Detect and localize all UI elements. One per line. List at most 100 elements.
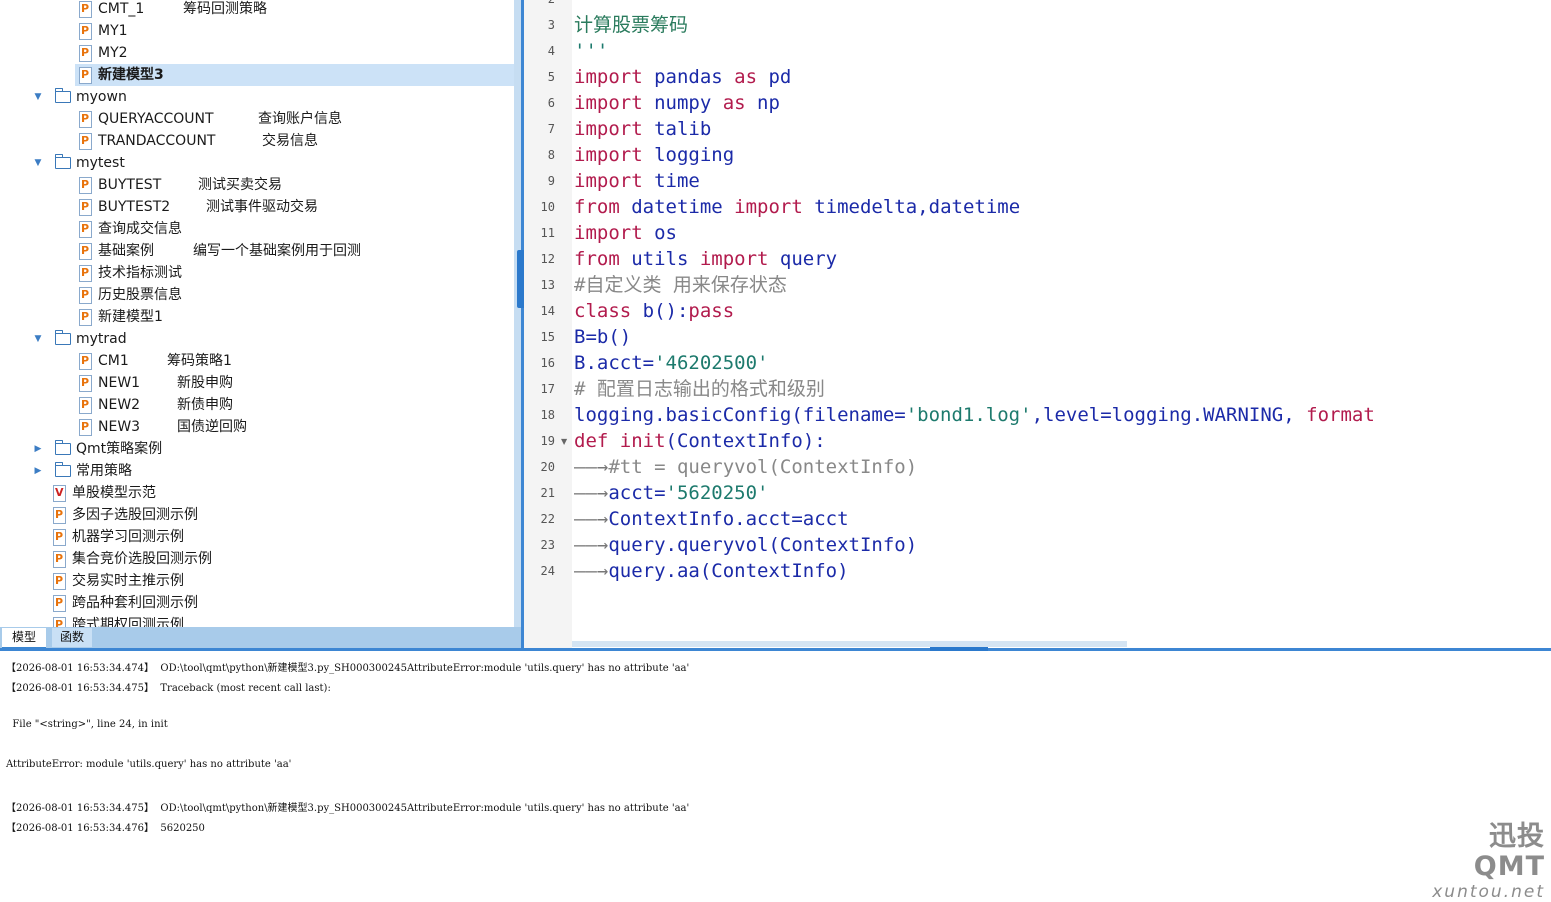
file-label: 历史股票信息	[98, 287, 182, 303]
chevron-right-icon[interactable]: ▶	[32, 438, 44, 460]
line-number: 11	[540, 226, 555, 240]
code-line[interactable]: class b():pass	[574, 298, 734, 324]
tree-file[interactable]: P 交易实时主推示例	[0, 570, 514, 592]
file-label: QUERYACCOUNT	[98, 111, 214, 127]
tree-file[interactable]: P CM1 筹码策略1	[0, 350, 514, 372]
file-label: 机器学习回测示例	[72, 529, 184, 545]
python-file-icon: P	[79, 375, 92, 392]
chevron-right-icon[interactable]: ▶	[32, 460, 44, 482]
code-line[interactable]: import talib	[574, 116, 711, 142]
line-number: 17	[540, 382, 555, 396]
code-line[interactable]: ——→#tt = queryvol(ContextInfo)	[574, 454, 917, 480]
line-number: 23	[540, 538, 555, 552]
log-line: 【2026-08-01 16:53:34.474】 OD:\tool\qmt\p…	[6, 663, 690, 674]
tree-file[interactable]: P BUYTEST2 测试事件驱动交易	[0, 196, 514, 218]
code-line[interactable]: # 配置日志输出的格式和级别	[574, 376, 825, 402]
code-line[interactable]: B=b()	[574, 324, 631, 350]
line-number: 21	[540, 486, 555, 500]
tree-folder[interactable]: ▶ 常用策略	[0, 460, 514, 482]
python-file-icon: P	[79, 111, 92, 128]
line-number: 16	[540, 356, 555, 370]
code-line[interactable]: def init(ContextInfo):	[574, 428, 826, 454]
code-line[interactable]: import time	[574, 168, 700, 194]
tree-file[interactable]: V 单股模型示范	[0, 482, 514, 504]
code-line[interactable]: '''	[574, 38, 608, 64]
chevron-down-icon[interactable]: ▼	[32, 152, 44, 174]
tree-file[interactable]: P 多因子选股回测示例	[0, 504, 514, 526]
line-number: 3	[547, 18, 555, 32]
tree-file[interactable]: P MY2	[0, 42, 514, 64]
line-number: 18	[540, 408, 555, 422]
file-description: 查询账户信息	[258, 111, 342, 127]
code-line[interactable]: ——→query.aa(ContextInfo)	[574, 558, 849, 584]
code-line[interactable]: ——→acct='5620250'	[574, 480, 768, 506]
python-file-icon: P	[79, 397, 92, 414]
tree-folder[interactable]: ▶ Qmt策略案例	[0, 438, 514, 460]
line-number: 24	[540, 564, 555, 578]
file-label: 技术指标测试	[98, 265, 182, 281]
code-line[interactable]: ——→query.queryvol(ContextInfo)	[574, 532, 917, 558]
tab-functions[interactable]: 函数	[52, 628, 92, 647]
file-label: 查询成交信息	[98, 221, 182, 237]
code-line[interactable]: import numpy as np	[574, 90, 780, 116]
python-file-icon: P	[79, 45, 92, 62]
tree-file[interactable]: P TRANDACCOUNT 交易信息	[0, 130, 514, 152]
tree-file[interactable]: P 跨式期权回测示例	[0, 614, 514, 627]
tree-folder[interactable]: ▼ mytest	[0, 152, 514, 174]
file-description: 新股申购	[177, 375, 233, 391]
code-line[interactable]: logging.basicConfig(filename='bond1.log'…	[574, 402, 1375, 428]
python-file-icon: P	[79, 353, 92, 370]
code-line[interactable]: from datetime import timedelta,datetime	[574, 194, 1020, 220]
tree-file[interactable]: P 新建模型3	[75, 64, 514, 86]
tree-file[interactable]: P BUYTEST 测试买卖交易	[0, 174, 514, 196]
python-file-icon: P	[79, 199, 92, 216]
line-number: 9	[547, 174, 555, 188]
tree-file[interactable]: P 历史股票信息	[0, 284, 514, 306]
tree-file[interactable]: P 集合竞价选股回测示例	[0, 548, 514, 570]
python-file-icon: P	[79, 177, 92, 194]
code-line[interactable]: #自定义类 用来保存状态	[574, 272, 787, 298]
tree-file[interactable]: P 跨品种套利回测示例	[0, 592, 514, 614]
file-label: 多因子选股回测示例	[72, 507, 198, 523]
tree-folder[interactable]: ▼ mytrad	[0, 328, 514, 350]
code-line[interactable]: import os	[574, 220, 677, 246]
chevron-down-icon[interactable]: ▼	[32, 86, 44, 108]
chevron-down-icon[interactable]: ▼	[32, 328, 44, 350]
editor-horizontal-scrollbar[interactable]	[572, 641, 1127, 647]
line-number: 4	[547, 44, 555, 58]
python-file-icon: P	[79, 133, 92, 150]
line-number: 19	[540, 434, 555, 448]
tab-model[interactable]: 模型	[2, 628, 46, 649]
code-line[interactable]: B.acct='46202500'	[574, 350, 768, 376]
tree-folder[interactable]: ▼ myown	[0, 86, 514, 108]
code-line[interactable]: ——→ContextInfo.acct=acct	[574, 506, 849, 532]
tree-file[interactable]: P 技术指标测试	[0, 262, 514, 284]
code-line[interactable]: 计算股票筹码	[574, 12, 688, 38]
tree-file[interactable]: P 查询成交信息	[0, 218, 514, 240]
python-file-icon: P	[79, 309, 92, 326]
tree-file[interactable]: P 基础案例 编写一个基础案例用于回测	[0, 240, 514, 262]
code-line[interactable]: import pandas as pd	[574, 64, 791, 90]
log-line: 【2026-08-01 16:53:34.475】 OD:\tool\qmt\p…	[6, 803, 690, 814]
code-line[interactable]: import logging	[574, 142, 734, 168]
tree-file[interactable]: P NEW1 新股申购	[0, 372, 514, 394]
file-description: 编写一个基础案例用于回测	[193, 243, 361, 259]
tree-file[interactable]: P CMT_1 筹码回测策略	[0, 0, 514, 20]
tree-file[interactable]: P NEW2 新债申购	[0, 394, 514, 416]
tree-file[interactable]: P MY1	[0, 20, 514, 42]
code-editor[interactable]: 2345678910111213141516171819▼2021222324 …	[524, 0, 1551, 648]
python-file-icon: P	[79, 1, 92, 18]
line-number: 20	[540, 460, 555, 474]
tree-file[interactable]: P NEW3 国债逆回购	[0, 416, 514, 438]
tree-file[interactable]: P 机器学习回测示例	[0, 526, 514, 548]
tree-file[interactable]: P QUERYACCOUNT 查询账户信息	[0, 108, 514, 130]
file-description: 筹码回测策略	[183, 1, 267, 17]
folder-icon	[55, 440, 71, 455]
log-line: 【2026-08-01 16:53:34.476】 5620250	[6, 823, 205, 834]
python-file-icon: P	[53, 595, 66, 612]
tree-file[interactable]: P 新建模型1	[0, 306, 514, 328]
folder-label: mytrad	[76, 331, 127, 347]
tree-scrollbar[interactable]	[514, 0, 521, 627]
fold-toggle-icon[interactable]: ▼	[561, 437, 567, 446]
code-line[interactable]: from utils import query	[574, 246, 837, 272]
